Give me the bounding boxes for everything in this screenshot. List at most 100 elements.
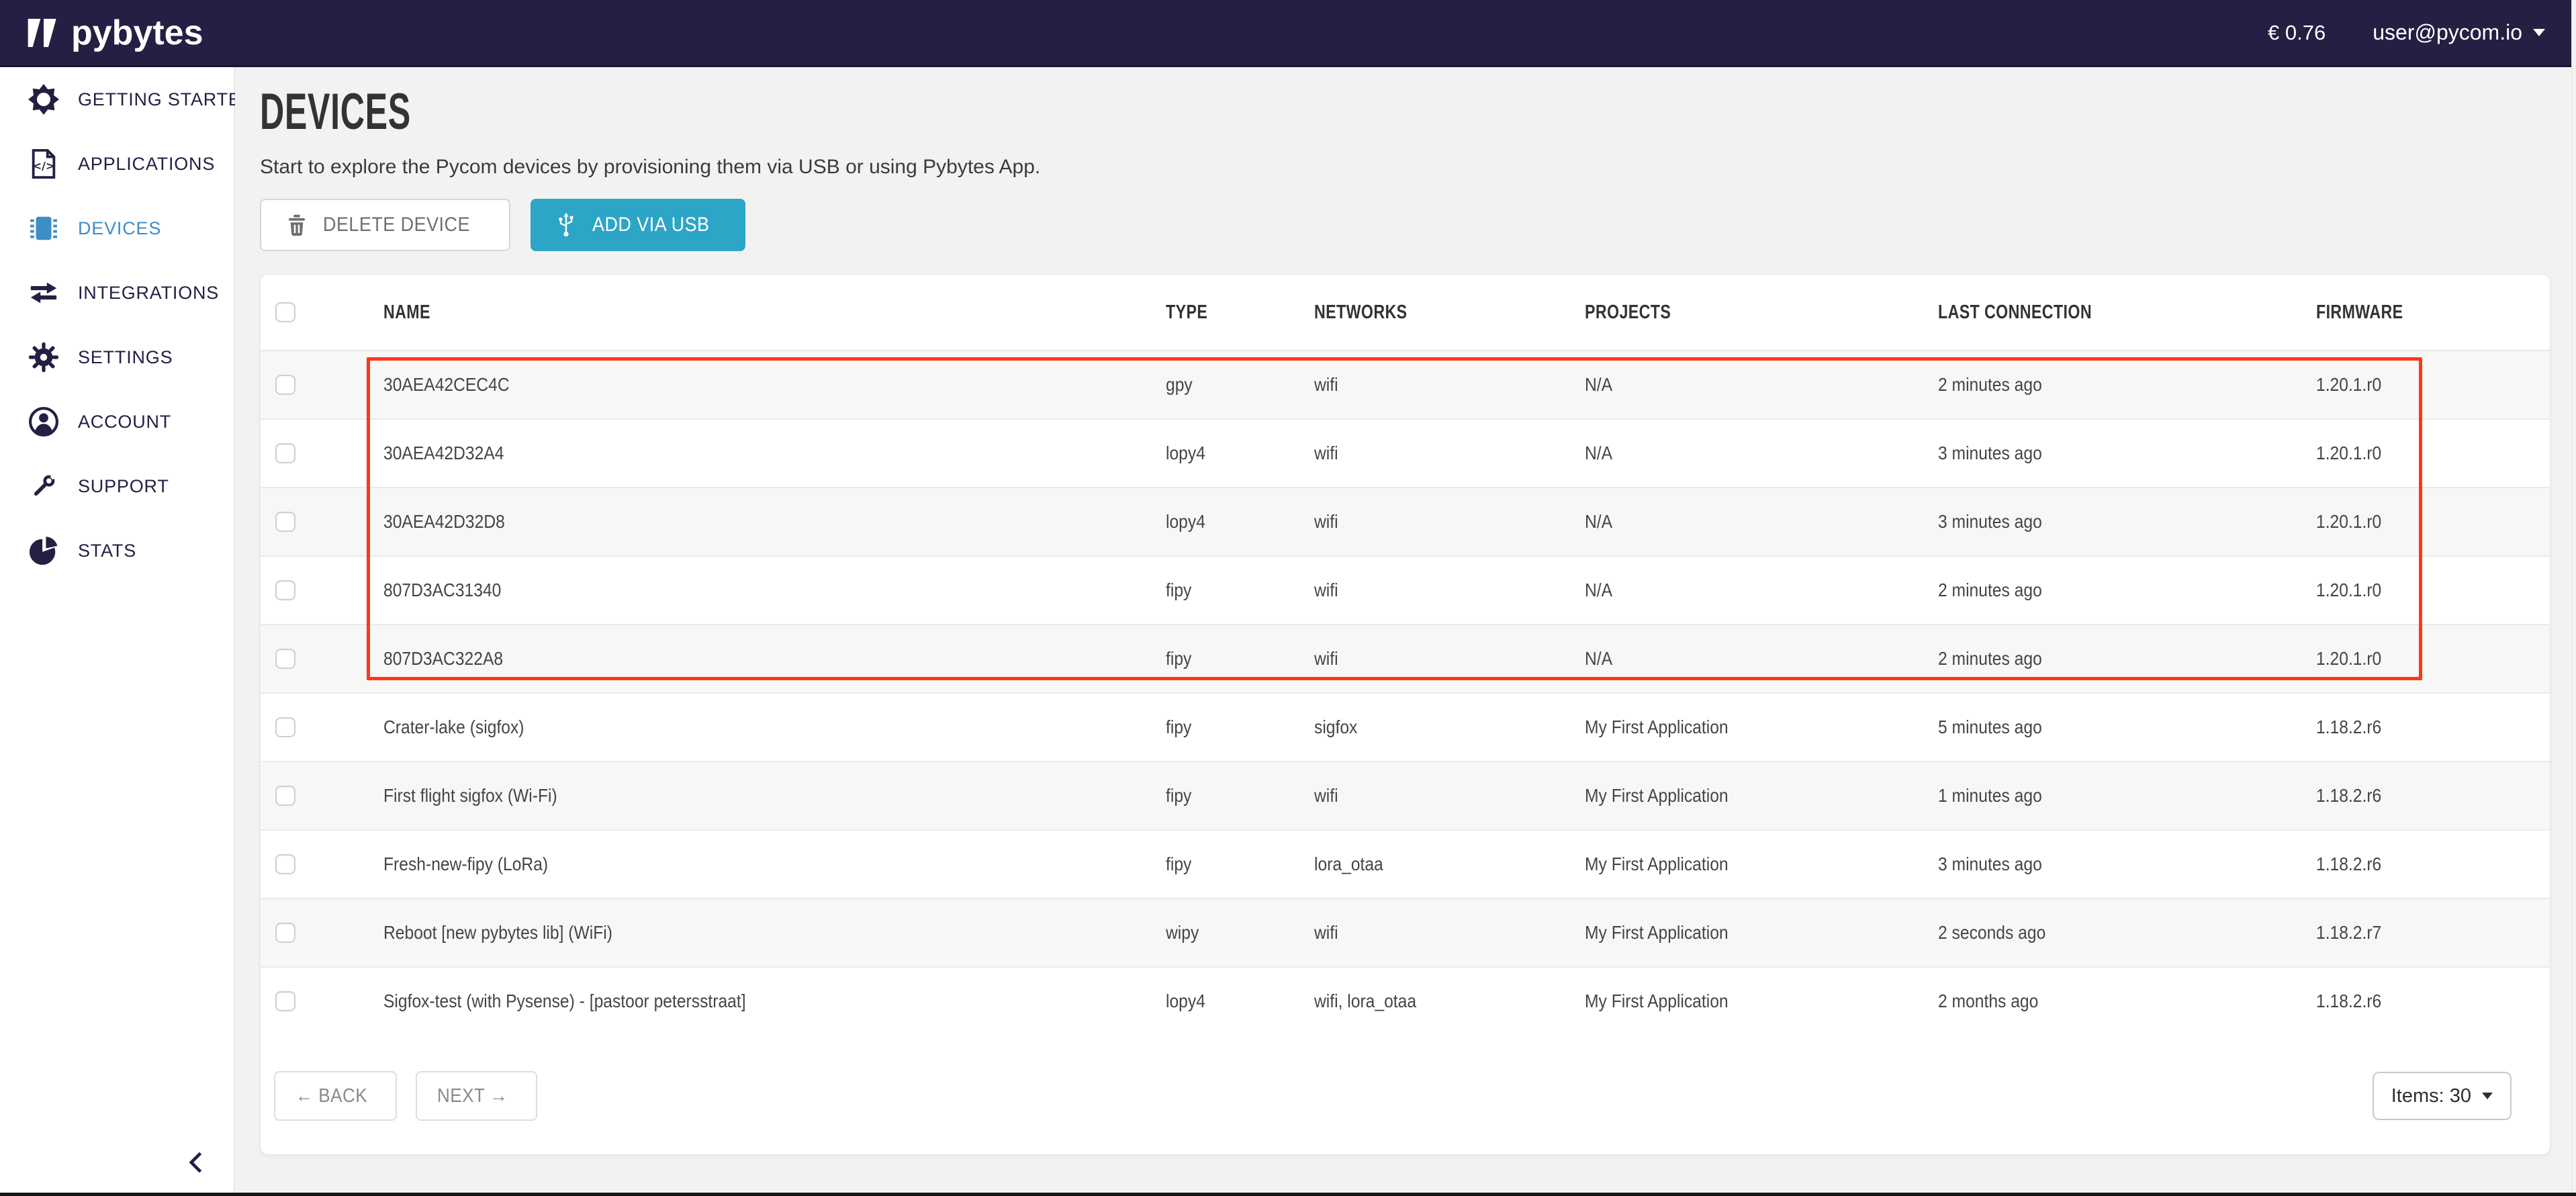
row-checkbox-cell — [261, 854, 383, 874]
main-content: DEVICES Start to explore the Pycom devic… — [235, 67, 2576, 1196]
sidebar-item-label: SETTINGS — [78, 347, 173, 368]
row-checkbox[interactable] — [275, 375, 295, 395]
sidebar-item-label: SUPPORT — [78, 476, 169, 497]
device-name: 30AEA42D32A4 — [383, 443, 504, 464]
sidebar-item-getting-started[interactable]: GETTING STARTED — [0, 67, 234, 132]
device-name: Sigfox-test (with Pysense) - [pastoor pe… — [383, 991, 746, 1012]
device-networks: wifi — [1314, 648, 1338, 670]
device-row[interactable]: 30AEA42CEC4CgpywifiN/A2 minutes ago1.20.… — [261, 350, 2550, 418]
device-last-connection: 3 minutes ago — [1938, 854, 2042, 875]
device-networks: wifi — [1314, 443, 1338, 464]
row-checkbox[interactable] — [275, 991, 295, 1011]
device-row[interactable]: 30AEA42D32A4lopy4wifiN/A3 minutes ago1.2… — [261, 418, 2550, 487]
delete-device-button[interactable]: DELETE DEVICE — [260, 199, 510, 251]
row-checkbox[interactable] — [275, 717, 295, 737]
sidebar-collapse-button[interactable] — [183, 1148, 212, 1177]
devices-table-card: NAME TYPE NETWORKS PROJECTS LAST CONNECT… — [260, 274, 2550, 1155]
trash-icon — [284, 212, 310, 238]
device-row[interactable]: Sigfox-test (with Pysense) - [pastoor pe… — [261, 966, 2550, 1035]
page-description: Start to explore the Pycom devices by pr… — [260, 156, 2550, 179]
device-last-connection: 2 seconds ago — [1938, 922, 2045, 944]
device-projects: My First Application — [1585, 854, 1729, 875]
device-networks: wifi — [1314, 580, 1338, 601]
row-checkbox-cell — [261, 786, 383, 806]
row-checkbox[interactable] — [275, 649, 295, 669]
device-projects: My First Application — [1585, 785, 1729, 807]
back-button[interactable]: ← BACK — [274, 1071, 397, 1121]
stats-pie-icon — [28, 535, 59, 566]
brand[interactable]: pybytes — [27, 13, 203, 53]
sidebar-item-label: INTEGRATIONS — [78, 283, 219, 304]
sidebar-item-support[interactable]: SUPPORT — [0, 454, 234, 518]
device-type: fipy — [1166, 648, 1191, 670]
device-projects: My First Application — [1585, 717, 1729, 738]
sidebar-item-applications[interactable]: APPLICATIONS — [0, 132, 234, 196]
pagination: ← BACK NEXT → Items: 30 — [261, 1035, 2550, 1121]
account-user-icon — [28, 406, 59, 437]
column-header-projects: PROJECTS — [1585, 302, 1938, 324]
device-row[interactable]: 30AEA42D32D8lopy4wifiN/A3 minutes ago1.2… — [261, 487, 2550, 555]
sidebar-item-label: DEVICES — [78, 218, 161, 239]
row-checkbox-cell — [261, 512, 383, 532]
user-menu[interactable]: user@pycom.io — [2373, 20, 2545, 45]
device-name: Fresh-new-fipy (LoRa) — [383, 854, 548, 875]
user-email: user@pycom.io — [2373, 20, 2522, 45]
device-name: 30AEA42CEC4C — [383, 374, 510, 396]
device-firmware: 1.20.1.r0 — [2316, 648, 2381, 670]
device-last-connection: 1 minutes ago — [1938, 785, 2042, 807]
device-type: fipy — [1166, 854, 1191, 875]
row-checkbox[interactable] — [275, 512, 295, 532]
row-checkbox-cell — [261, 375, 383, 395]
column-header-last-connection: LAST CONNECTION — [1938, 302, 2316, 324]
sidebar-item-devices[interactable]: DEVICES — [0, 196, 234, 261]
device-firmware: 1.20.1.r0 — [2316, 511, 2381, 533]
device-type: fipy — [1166, 580, 1191, 601]
applications-icon — [28, 148, 59, 179]
account-balance: € 0.76 — [2268, 21, 2326, 45]
screen-bottom-edge — [0, 1193, 2576, 1196]
usb-icon — [553, 212, 579, 238]
table-header-row: NAME TYPE NETWORKS PROJECTS LAST CONNECT… — [261, 275, 2550, 350]
sidebar-item-account[interactable]: ACCOUNT — [0, 389, 234, 454]
sidebar-item-integrations[interactable]: INTEGRATIONS — [0, 261, 234, 325]
device-row[interactable]: Crater-lake (sigfox)fipysigfoxMy First A… — [261, 692, 2550, 761]
sidebar-item-label: STATS — [78, 541, 136, 561]
row-checkbox[interactable] — [275, 854, 295, 874]
column-header-firmware: FIRMWARE — [2316, 302, 2550, 324]
device-firmware: 1.20.1.r0 — [2316, 443, 2381, 464]
scrollbar-track[interactable] — [2571, 0, 2576, 1196]
select-all-checkbox[interactable] — [275, 302, 295, 322]
pycom-logo-icon — [27, 19, 60, 47]
row-checkbox[interactable] — [275, 786, 295, 806]
device-networks: wifi — [1314, 785, 1338, 807]
page-title: DEVICES — [260, 87, 2550, 137]
sidebar-item-stats[interactable]: STATS — [0, 518, 234, 583]
row-checkbox-cell — [261, 580, 383, 600]
device-name: 30AEA42D32D8 — [383, 511, 505, 533]
device-firmware: 1.20.1.r0 — [2316, 580, 2381, 601]
add-via-usb-button[interactable]: ADD VIA USB — [531, 199, 745, 251]
row-checkbox[interactable] — [275, 923, 295, 943]
device-row[interactable]: 807D3AC322A8fipywifiN/A2 minutes ago1.20… — [261, 624, 2550, 692]
sidebar-item-settings[interactable]: SETTINGS — [0, 325, 234, 389]
device-row[interactable]: Fresh-new-fipy (LoRa) fipy lora_otaa My Fir… — [261, 829, 2550, 898]
device-networks: lora_otaa — [1314, 854, 1383, 875]
device-projects: My First Application — [1585, 991, 1729, 1012]
row-checkbox-cell — [261, 649, 383, 669]
row-checkbox[interactable] — [275, 580, 295, 600]
device-name: Crater-lake (sigfox) — [383, 717, 524, 738]
device-row[interactable]: 807D3AC31340fipywifiN/A2 minutes ago1.20… — [261, 555, 2550, 624]
device-row[interactable]: Reboot [new pybytes lib] (WiFi)wipywifiM… — [261, 898, 2550, 966]
device-firmware: 1.18.2.r6 — [2316, 854, 2381, 875]
chevron-down-icon — [2482, 1093, 2493, 1099]
items-per-page-dropdown[interactable]: Items: 30 — [2373, 1072, 2512, 1120]
device-last-connection: 2 minutes ago — [1938, 374, 2042, 396]
integrations-arrows-icon — [28, 277, 59, 308]
device-last-connection: 2 months ago — [1938, 991, 2038, 1012]
device-row[interactable]: First flight sigfox (Wi-Fi)fipywifiMy Fi… — [261, 761, 2550, 829]
next-button[interactable]: NEXT → — [416, 1071, 537, 1121]
device-name: Reboot [new pybytes lib] (WiFi) — [383, 922, 612, 944]
row-checkbox[interactable] — [275, 443, 295, 463]
row-checkbox-cell — [261, 923, 383, 943]
device-type: fipy — [1166, 717, 1191, 738]
